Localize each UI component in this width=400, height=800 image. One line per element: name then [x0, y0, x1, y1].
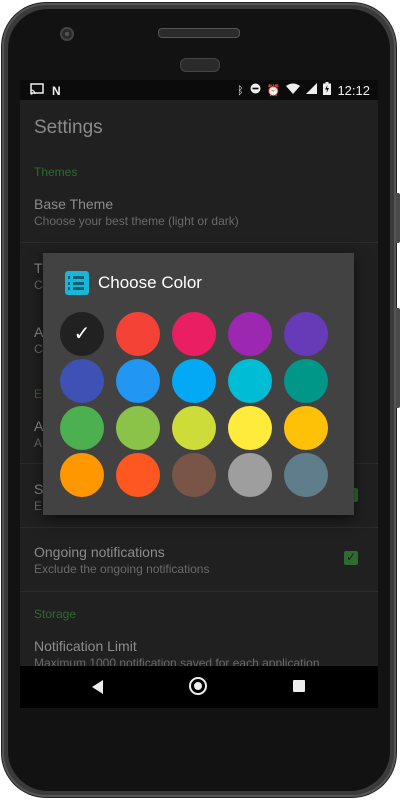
- pref-subtitle: E: [34, 499, 43, 513]
- color-swatch[interactable]: [172, 359, 216, 403]
- dialog-title: Choose Color: [98, 273, 202, 292]
- pref-subtitle: C: [34, 342, 43, 356]
- color-swatch[interactable]: [116, 406, 160, 450]
- choose-color-dialog: Choose Color ✓: [43, 253, 354, 515]
- screen: N ᛒ ⏰ 12:12 Settings Themes Base Theme C…: [20, 80, 378, 708]
- pref-subtitle: Choose your best theme (light or dark): [34, 214, 239, 228]
- pref-title: Notification Limit: [34, 638, 137, 654]
- page-title: Settings: [34, 117, 103, 138]
- pref-title: T: [34, 260, 43, 276]
- volume-button: [396, 308, 400, 408]
- color-swatch[interactable]: [60, 359, 104, 403]
- divider: [20, 242, 378, 243]
- ongoing-notifications-checkbox[interactable]: [344, 550, 358, 565]
- color-swatch[interactable]: [284, 406, 328, 450]
- color-swatch[interactable]: [116, 359, 160, 403]
- section-header-exclusion: E: [34, 387, 43, 401]
- check-icon: ✓: [73, 323, 91, 345]
- color-swatch[interactable]: [116, 453, 160, 497]
- section-header-storage: Storage: [34, 607, 77, 621]
- color-swatch[interactable]: [228, 453, 272, 497]
- proximity-sensor: [180, 58, 220, 72]
- divider: [20, 527, 378, 528]
- alarm-icon: ⏰: [266, 84, 281, 97]
- divider: [20, 591, 378, 592]
- earpiece-speaker: [158, 28, 240, 38]
- dnd-icon: [250, 83, 261, 98]
- pref-title: S: [34, 481, 44, 497]
- color-swatch[interactable]: [284, 453, 328, 497]
- color-swatch[interactable]: [172, 312, 216, 356]
- signal-icon: [306, 83, 318, 98]
- recents-icon[interactable]: [293, 680, 305, 692]
- battery-charging-icon: [323, 82, 332, 99]
- pref-subtitle: Exclude the ongoing notifications: [34, 562, 210, 576]
- pref-title: A: [34, 324, 44, 340]
- color-swatch[interactable]: [284, 359, 328, 403]
- color-swatch[interactable]: [116, 312, 160, 356]
- front-camera: [60, 27, 74, 41]
- color-swatch[interactable]: [228, 406, 272, 450]
- pref-subtitle: C: [34, 278, 43, 292]
- list-icon: [65, 271, 89, 295]
- cast-icon: [30, 83, 44, 99]
- wifi-icon: [286, 83, 301, 98]
- color-swatch[interactable]: [228, 359, 272, 403]
- bluetooth-icon: ᛒ: [237, 84, 244, 97]
- navigation-bar: [20, 666, 378, 708]
- color-swatch[interactable]: [228, 312, 272, 356]
- color-swatch[interactable]: [284, 312, 328, 356]
- clock-time: 12:12: [337, 83, 370, 98]
- app-n-icon: N: [52, 84, 61, 98]
- section-header-themes: Themes: [34, 165, 78, 179]
- color-swatch[interactable]: ✓: [60, 312, 104, 356]
- color-swatch[interactable]: [172, 453, 216, 497]
- back-icon[interactable]: [92, 680, 103, 694]
- color-swatch[interactable]: [60, 406, 104, 450]
- pref-title: A: [34, 418, 44, 434]
- pref-subtitle: A: [34, 436, 43, 450]
- pref-title: Base Theme: [34, 196, 114, 212]
- toolbar: Settings: [20, 100, 378, 152]
- home-icon[interactable]: [189, 677, 207, 695]
- color-swatch[interactable]: [60, 453, 104, 497]
- color-swatch[interactable]: [172, 406, 216, 450]
- pref-title: Ongoing notifications: [34, 544, 165, 560]
- power-button: [396, 193, 400, 243]
- status-bar: N ᛒ ⏰ 12:12: [20, 80, 378, 100]
